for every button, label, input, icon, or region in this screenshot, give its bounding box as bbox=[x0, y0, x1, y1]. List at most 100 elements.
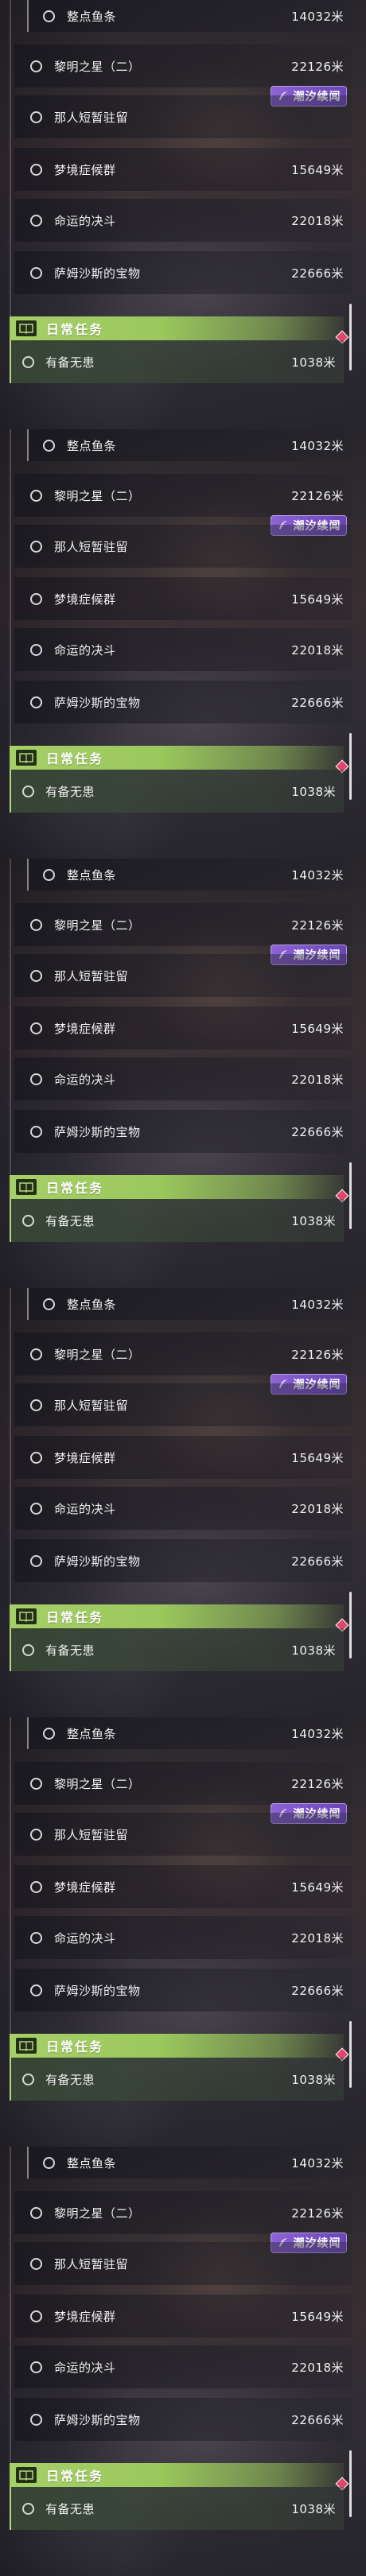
quest-row[interactable]: 萨姆沙斯的宝物 22666米 bbox=[14, 681, 352, 724]
unchecked-circle-icon bbox=[30, 489, 42, 502]
unchecked-circle-icon bbox=[30, 2206, 42, 2219]
quest-row[interactable]: 整点鱼条 14032米 bbox=[27, 859, 352, 890]
daily-tasks-title: 日常任务 bbox=[46, 1610, 104, 1625]
quest-name: 整点鱼条 bbox=[67, 438, 117, 453]
scrollbar[interactable] bbox=[349, 2450, 352, 2517]
quest-name: 梦境症候群 bbox=[54, 2309, 116, 2324]
daily-task-distance: 1038米 bbox=[291, 2072, 336, 2087]
scrollbar[interactable] bbox=[349, 2021, 352, 2088]
quest-row[interactable]: 命运的决斗 22018米 bbox=[14, 1487, 352, 1530]
quest-row[interactable]: 萨姆沙斯的宝物 22666米 bbox=[14, 1110, 352, 1153]
daily-tasks-header[interactable]: 日常任务 bbox=[10, 2463, 344, 2487]
daily-task-distance: 1038米 bbox=[291, 2501, 336, 2516]
quest-row[interactable]: 梦境症候群 15649米 bbox=[14, 148, 352, 191]
quest-row[interactable]: 梦境症候群 15649米 bbox=[14, 2295, 352, 2337]
quest-distance: 22666米 bbox=[291, 695, 344, 710]
quest-distance: 14032米 bbox=[291, 438, 344, 453]
quest-name: 命运的决斗 bbox=[54, 2360, 116, 2375]
unchecked-circle-icon bbox=[22, 785, 34, 797]
quest-row[interactable]: 那人短暂驻留 bbox=[14, 95, 352, 138]
daily-tasks-header[interactable]: 日常任务 bbox=[10, 746, 344, 770]
quest-distance: 14032米 bbox=[291, 867, 344, 883]
scrollbar[interactable] bbox=[349, 733, 352, 800]
quest-row[interactable]: 命运的决斗 22018米 bbox=[14, 1057, 352, 1100]
daily-task-name: 有备无患 bbox=[45, 2501, 95, 2516]
scrollbar[interactable] bbox=[349, 304, 352, 370]
unchecked-circle-icon bbox=[30, 2257, 42, 2270]
unchecked-circle-icon bbox=[22, 1643, 34, 1656]
quest-row[interactable]: 命运的决斗 22018米 bbox=[14, 2345, 352, 2388]
quest-name: 梦境症候群 bbox=[54, 1021, 116, 1036]
quest-panel: 整点鱼条 14032米 黎明之星（二） 22126米 潮汐续闻 那人短暂驻留 梦… bbox=[0, 0, 366, 429]
quest-row[interactable]: 梦境症候群 15649米 bbox=[14, 577, 352, 620]
daily-tasks-title: 日常任务 bbox=[46, 2469, 104, 2484]
quest-row[interactable]: 整点鱼条 14032米 bbox=[27, 1717, 352, 1749]
daily-tasks-title: 日常任务 bbox=[46, 751, 104, 766]
quest-row[interactable]: 整点鱼条 14032米 bbox=[27, 429, 352, 461]
daily-tasks-header[interactable]: 日常任务 bbox=[10, 316, 344, 340]
quest-row[interactable]: 梦境症候群 15649米 bbox=[14, 1865, 352, 1908]
quest-panel: 整点鱼条 14032米 黎明之星（二） 22126米 潮汐续闻 那人短暂驻留 梦… bbox=[0, 859, 366, 1288]
daily-tasks-header[interactable]: 日常任务 bbox=[10, 1175, 344, 1199]
unchecked-circle-icon bbox=[30, 163, 42, 176]
quest-row[interactable]: 萨姆沙斯的宝物 22666米 bbox=[14, 251, 352, 294]
tracker-line bbox=[10, 429, 11, 763]
quest-row[interactable]: 整点鱼条 14032米 bbox=[27, 0, 352, 32]
quest-distance: 22018米 bbox=[291, 2360, 344, 2375]
quest-row[interactable]: 梦境症候群 15649米 bbox=[14, 1436, 352, 1479]
quest-name: 萨姆沙斯的宝物 bbox=[54, 695, 141, 710]
quest-row[interactable]: 那人短暂驻留 bbox=[14, 954, 352, 997]
daily-task-row[interactable]: 有备无患 1038米 bbox=[10, 2058, 344, 2101]
daily-task-distance: 1038米 bbox=[291, 355, 336, 370]
quest-row[interactable]: 黎明之星（二） 22126米 bbox=[14, 474, 352, 517]
quest-row[interactable]: 黎明之星（二） 22126米 bbox=[14, 1333, 352, 1375]
quest-row[interactable]: 黎明之星（二） 22126米 bbox=[14, 2191, 352, 2234]
quest-row[interactable]: 萨姆沙斯的宝物 22666米 bbox=[14, 2398, 352, 2441]
quest-distance: 22126米 bbox=[291, 488, 344, 503]
quest-row[interactable]: 命运的决斗 22018米 bbox=[14, 628, 352, 671]
unchecked-circle-icon bbox=[30, 1554, 42, 1567]
daily-task-row[interactable]: 有备无患 1038米 bbox=[10, 340, 344, 383]
quest-name: 那人短暂驻留 bbox=[54, 2256, 129, 2271]
quest-row[interactable]: 梦境症候群 15649米 bbox=[14, 1007, 352, 1049]
daily-task-name: 有备无患 bbox=[45, 784, 95, 799]
quest-row[interactable]: 命运的决斗 22018米 bbox=[14, 1916, 352, 1959]
tracker-line bbox=[10, 859, 11, 1193]
quest-name: 那人短暂驻留 bbox=[54, 1827, 129, 1842]
quest-row[interactable]: 那人短暂驻留 bbox=[14, 1813, 352, 1856]
quest-row[interactable]: 萨姆沙斯的宝物 22666米 bbox=[14, 1539, 352, 1582]
daily-tasks-header[interactable]: 日常任务 bbox=[10, 1604, 344, 1628]
daily-task-row[interactable]: 有备无患 1038米 bbox=[10, 770, 344, 813]
daily-tasks-header[interactable]: 日常任务 bbox=[10, 2034, 344, 2058]
quest-name: 整点鱼条 bbox=[67, 1726, 117, 1741]
book-icon bbox=[16, 1608, 37, 1624]
quest-row[interactable]: 黎明之星（二） 22126米 bbox=[14, 1762, 352, 1805]
scrollbar[interactable] bbox=[349, 1162, 352, 1229]
quest-distance: 22126米 bbox=[291, 59, 344, 74]
unchecked-circle-icon bbox=[43, 439, 55, 452]
daily-tasks-title: 日常任务 bbox=[46, 2039, 104, 2054]
quest-distance: 22018米 bbox=[291, 642, 344, 658]
quest-row[interactable]: 那人短暂驻留 bbox=[14, 525, 352, 568]
quest-distance: 15649米 bbox=[291, 162, 344, 177]
quest-name: 萨姆沙斯的宝物 bbox=[54, 1983, 141, 1998]
quest-name: 命运的决斗 bbox=[54, 1072, 116, 1087]
daily-tasks-title: 日常任务 bbox=[46, 322, 104, 337]
quest-row[interactable]: 那人短暂驻留 bbox=[14, 2242, 352, 2285]
quest-row[interactable]: 黎明之星（二） 22126米 bbox=[14, 45, 352, 87]
quest-row[interactable]: 萨姆沙斯的宝物 22666米 bbox=[14, 1969, 352, 2012]
unchecked-circle-icon bbox=[30, 540, 42, 553]
quest-row[interactable]: 命运的决斗 22018米 bbox=[14, 199, 352, 242]
quest-distance: 22126米 bbox=[291, 1776, 344, 1791]
quest-row[interactable]: 黎明之星（二） 22126米 bbox=[14, 903, 352, 946]
quest-row[interactable]: 那人短暂驻留 bbox=[14, 1383, 352, 1426]
daily-task-row[interactable]: 有备无患 1038米 bbox=[10, 1628, 344, 1671]
quest-row[interactable]: 整点鱼条 14032米 bbox=[27, 2147, 352, 2178]
quest-distance: 14032米 bbox=[291, 2155, 344, 2171]
quest-name: 命运的决斗 bbox=[54, 213, 116, 228]
quest-distance: 22666米 bbox=[291, 1124, 344, 1139]
quest-row[interactable]: 整点鱼条 14032米 bbox=[27, 1288, 352, 1320]
scrollbar[interactable] bbox=[349, 1592, 352, 1658]
daily-task-row[interactable]: 有备无患 1038米 bbox=[10, 1199, 344, 1242]
daily-task-row[interactable]: 有备无患 1038米 bbox=[10, 2487, 344, 2530]
